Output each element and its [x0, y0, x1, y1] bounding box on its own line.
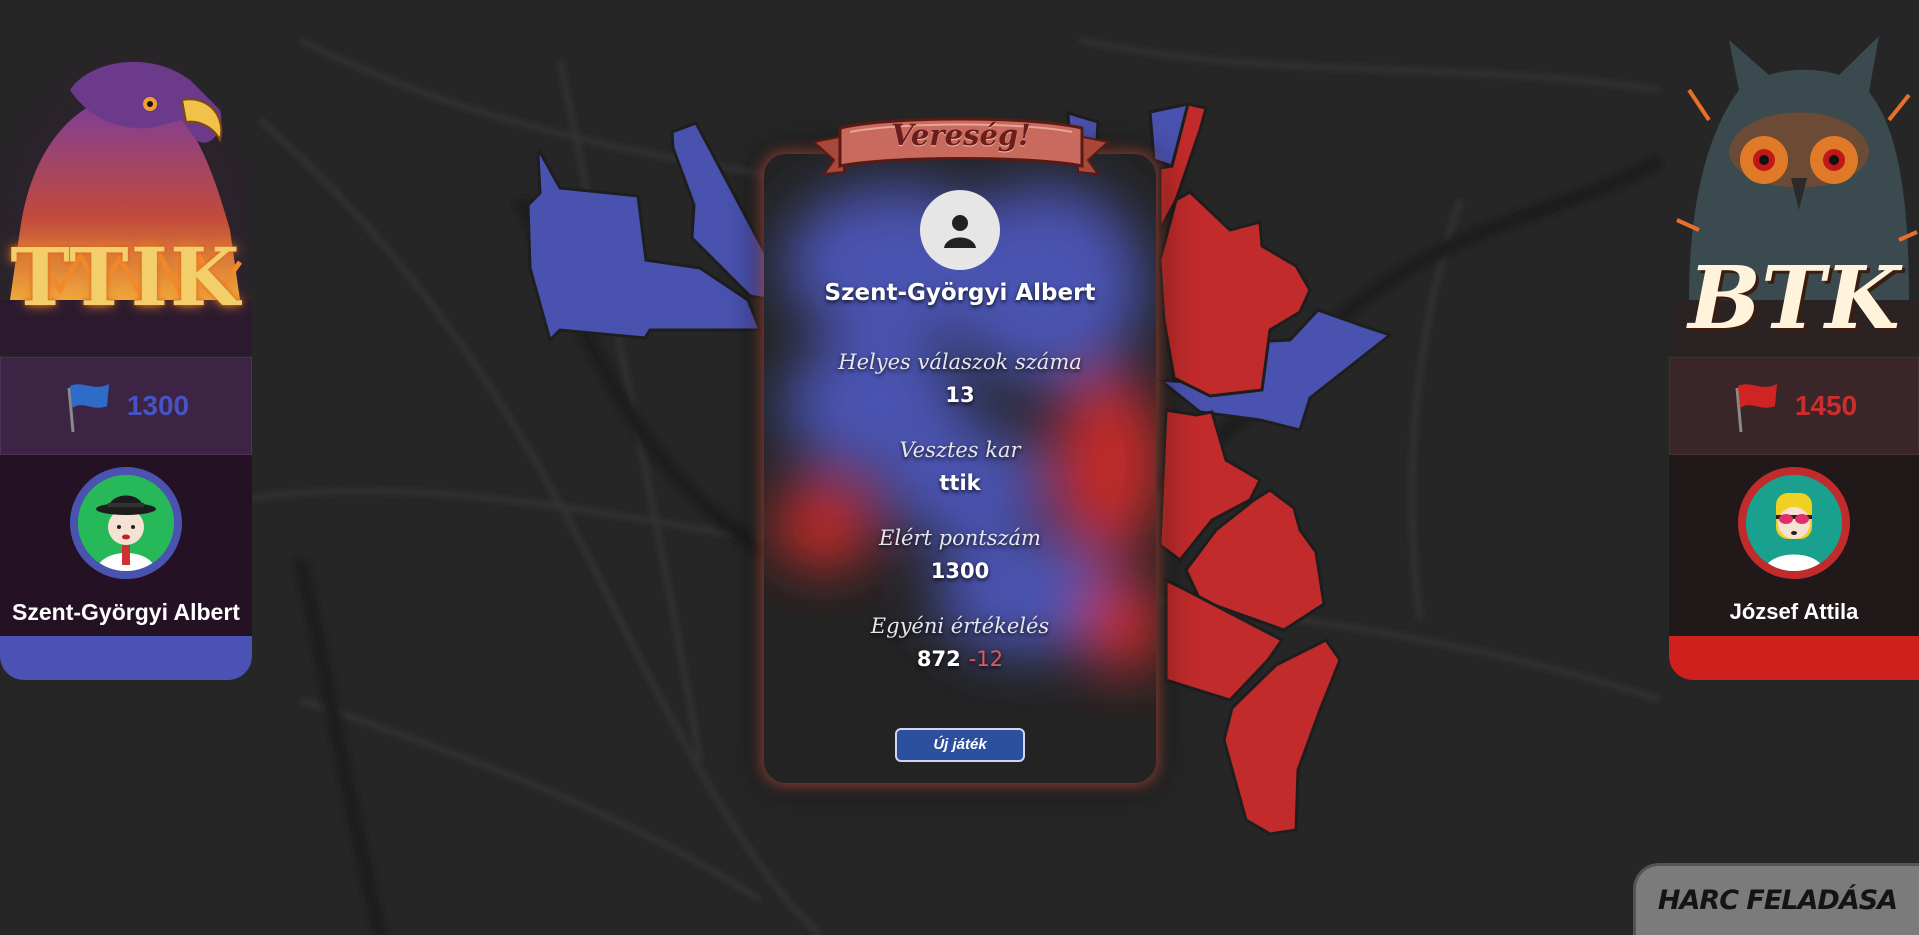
- faculty-logo: TTIK: [10, 230, 242, 324]
- team-color-bar: [0, 636, 252, 680]
- avatar: [1738, 467, 1850, 579]
- stat-label: Elért pontszám: [879, 526, 1041, 550]
- stat-value: 1300: [930, 559, 990, 583]
- team-color-bar: [1669, 636, 1919, 680]
- surrender-button[interactable]: HARC FELADÁSA: [1633, 863, 1919, 935]
- player-card: József Attila: [1669, 455, 1919, 680]
- rating-value: 872: [916, 647, 961, 671]
- rating-row: 872 -12: [764, 647, 1156, 671]
- avatar: [70, 467, 182, 579]
- player-name: József Attila: [1729, 599, 1859, 624]
- rating-delta: -12: [968, 647, 1004, 671]
- stat-label: Egyéni értékelés: [870, 614, 1050, 638]
- owl-icon: BTK: [1669, 0, 1919, 355]
- profile-avatar: [920, 190, 1000, 270]
- player-card: Szent-Györgyi Albert: [0, 455, 252, 680]
- score-value: 1300: [126, 390, 190, 421]
- stat-label: Vesztes kar: [899, 438, 1021, 462]
- red-flag-icon: [1735, 384, 1777, 433]
- result-title: Vereség!: [891, 118, 1031, 152]
- territory-score: 1300: [0, 357, 252, 455]
- faculty-logo: BTK: [1688, 248, 1900, 349]
- blue-flag-icon: [67, 384, 109, 433]
- stat-value: 13: [945, 383, 975, 407]
- result-modal: Szent-Györgyi Albert Helyes válaszok szá…: [764, 154, 1156, 783]
- territory-score: 1450: [1669, 357, 1919, 455]
- new-game-button[interactable]: Új játék: [895, 728, 1025, 762]
- right-team-panel: BTK 1450 József Attila: [1669, 0, 1919, 680]
- result-player-name: Szent-Györgyi Albert: [824, 280, 1096, 306]
- score-value: 1450: [1794, 390, 1858, 421]
- player-name: Szent-Györgyi Albert: [12, 599, 240, 625]
- result-banner: Vereség!: [810, 112, 1112, 188]
- user-icon: [944, 215, 976, 248]
- stat-label: Helyes válaszok száma: [838, 350, 1082, 374]
- stat-value: ttik: [939, 471, 981, 495]
- left-team-panel: TTIK 1300 Szent-Györgyi Albert: [0, 0, 252, 680]
- eagle-icon: TTIK: [0, 0, 252, 355]
